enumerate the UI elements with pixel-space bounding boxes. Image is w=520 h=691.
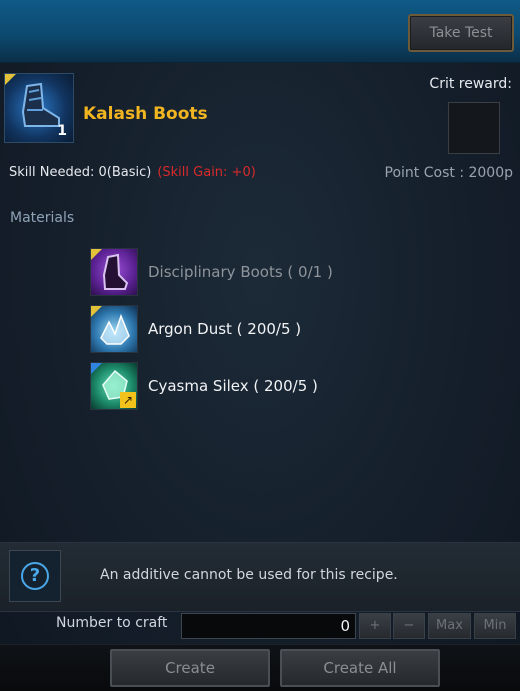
item-header: 1 Kalash Boots Crit reward: <box>0 62 520 158</box>
crystal-graphic <box>100 313 130 345</box>
skill-needed: Skill Needed: 0(Basic) (Skill Gain: +0) <box>9 165 256 180</box>
arrow-badge-icon: ↗ <box>120 392 136 408</box>
crit-reward-slot[interactable] <box>448 102 500 154</box>
material-row[interactable]: Disciplinary Boots ( 0/1 ) <box>90 248 490 298</box>
action-bar: Create Create All <box>0 644 520 691</box>
materials-label: Materials <box>10 210 75 226</box>
material-name: Argon Dust ( 200/5 ) <box>148 320 302 338</box>
top-band: Take Test <box>0 0 520 63</box>
material-name: Disciplinary Boots ( 0/1 ) <box>148 263 333 281</box>
number-to-craft-label: Number to craft <box>56 615 168 631</box>
max-button[interactable]: Max <box>428 613 471 639</box>
crit-reward-label: Crit reward: <box>429 76 512 92</box>
create-button[interactable]: Create <box>110 649 270 687</box>
help-icon[interactable]: ? <box>9 550 61 602</box>
material-name: Cyasma Silex ( 200/5 ) <box>148 377 318 395</box>
info-text: An additive cannot be used for this reci… <box>100 567 398 583</box>
material-row[interactable]: Argon Dust ( 200/5 ) <box>90 305 490 355</box>
create-all-button[interactable]: Create All <box>280 649 440 687</box>
gem-icon[interactable]: ↗ <box>90 362 138 410</box>
plus-button[interactable]: + <box>359 613 391 639</box>
take-test-button[interactable]: Take Test <box>408 14 514 52</box>
skill-needed-text: Skill Needed: 0(Basic) <box>9 165 152 180</box>
quantity-input[interactable]: 0 <box>181 613 356 639</box>
question-mark-icon: ? <box>21 562 49 590</box>
dust-crystal-icon[interactable] <box>90 305 138 353</box>
item-quantity: 1 <box>57 123 67 139</box>
minus-button[interactable]: − <box>393 613 425 639</box>
boots-icon[interactable]: 1 <box>4 73 74 143</box>
info-panel: ? An additive cannot be used for this re… <box>0 542 520 612</box>
material-row[interactable]: ↗ Cyasma Silex ( 200/5 ) <box>90 362 490 412</box>
min-button[interactable]: Min <box>474 613 516 639</box>
boots-icon[interactable] <box>90 248 138 296</box>
boots-graphic <box>102 253 129 290</box>
craft-row: Number to craft 0 + − Max Min <box>0 612 520 642</box>
item-name: Kalash Boots <box>83 104 208 124</box>
skill-gain-text: (Skill Gain: +0) <box>157 165 256 180</box>
point-cost: Point Cost : 2000p <box>384 165 513 181</box>
